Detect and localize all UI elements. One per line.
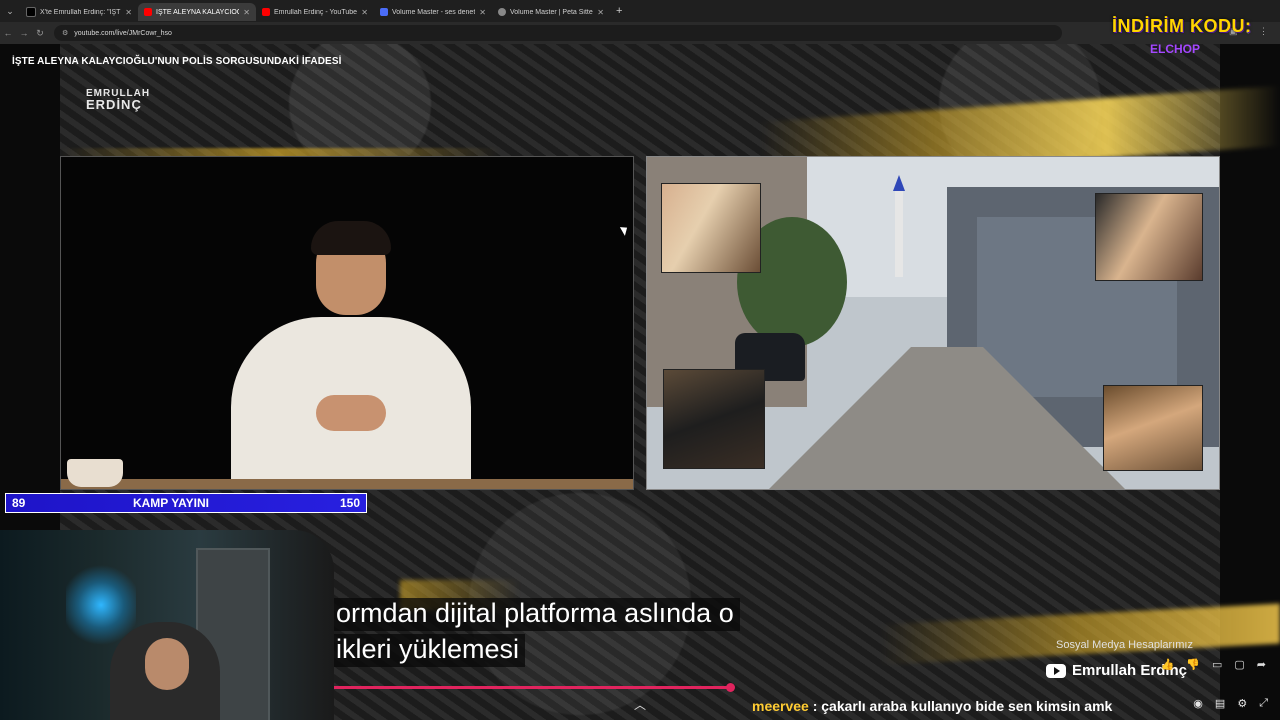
promo-code: ELCHOP xyxy=(1150,42,1201,56)
reload-icon[interactable]: ↻ xyxy=(32,28,48,39)
new-tab-button[interactable]: + xyxy=(610,5,628,17)
inset-photo xyxy=(661,183,761,273)
subtitles-icon[interactable]: ▤ xyxy=(1215,697,1225,710)
close-tab-icon[interactable]: ✕ xyxy=(479,8,486,17)
channel-logo: EMRULLAH ERDİNÇ xyxy=(86,88,166,114)
host-hair xyxy=(311,221,391,255)
url-text: youtube.com/live/JMrCowr_hso xyxy=(74,29,172,37)
host-video-panel xyxy=(60,156,634,490)
cup xyxy=(67,459,123,487)
desk xyxy=(61,479,633,489)
like-icon[interactable]: 👍 xyxy=(1161,658,1175,671)
host-figure xyxy=(221,217,481,489)
inset-photo xyxy=(1095,193,1203,281)
progress-scrubber[interactable] xyxy=(726,683,735,692)
video-title: İŞTE ALEYNA KALAYCIOĞLU'NUN POLİS SORGUS… xyxy=(12,56,342,67)
tab-4[interactable]: Volume Master | Peta Sittek ✕ xyxy=(492,3,610,21)
close-tab-icon[interactable]: ✕ xyxy=(597,8,604,17)
forward-icon[interactable]: → xyxy=(16,28,32,38)
tab-label: İŞTE ALEYNA KALAYCIOĞLU xyxy=(156,8,239,16)
tab-search-icon[interactable]: ⌄ xyxy=(0,0,20,22)
youtube-favicon-icon xyxy=(144,8,152,16)
stat-left-value: 89 xyxy=(12,496,26,510)
site-info-icon[interactable]: ⚙ xyxy=(62,29,68,37)
caption-line-1: ormdan dijital platforma aslında o xyxy=(334,598,740,631)
tab-3[interactable]: Volume Master - ses denetleyic ✕ xyxy=(374,3,492,21)
streamer-webcam xyxy=(0,530,334,720)
chevron-up-icon[interactable]: ︿ xyxy=(634,696,646,713)
close-tab-icon[interactable]: ✕ xyxy=(243,8,250,17)
autoplay-icon[interactable]: ◉ xyxy=(1193,697,1203,710)
tab-label: Volume Master | Peta Sittek xyxy=(510,8,594,16)
settings-icon[interactable]: ⚙ xyxy=(1237,697,1247,710)
comment-icon[interactable]: ▭ xyxy=(1212,658,1222,671)
back-icon[interactable]: ← xyxy=(0,28,16,38)
youtube-favicon-icon xyxy=(262,8,270,16)
minaret xyxy=(895,187,903,277)
url-field[interactable]: ⚙ youtube.com/live/JMrCowr_hso xyxy=(54,25,1062,41)
chat-icon[interactable]: ▢ xyxy=(1234,658,1244,671)
stat-right-value: 150 xyxy=(339,496,360,510)
inset-photo xyxy=(663,369,765,469)
globe-favicon-icon xyxy=(498,8,506,16)
youtube-logo-icon xyxy=(1046,663,1066,678)
tab-label: Emrullah Erdinç - YouTube xyxy=(274,8,358,16)
host-hands xyxy=(316,395,386,431)
extension-favicon-icon xyxy=(380,8,388,16)
chat-username: meervee xyxy=(752,698,809,714)
tab-1[interactable]: İŞTE ALEYNA KALAYCIOĞLU ✕ xyxy=(138,3,256,21)
promo-title: İNDİRİM KODU: xyxy=(1112,16,1252,36)
tab-label: X'te Emrullah Erdinç: "İŞTE ALEYNA xyxy=(40,8,121,16)
stat-label: KAMP YAYINI xyxy=(132,496,210,510)
menu-icon[interactable]: ⋮ xyxy=(1259,26,1268,37)
overlay-actions: 👍 👎 ▭ ▢ ➦ xyxy=(1161,658,1266,671)
progress-bar[interactable] xyxy=(334,686,734,689)
street-scene-panel xyxy=(646,156,1220,490)
close-tab-icon[interactable]: ✕ xyxy=(125,8,132,17)
x-favicon-icon xyxy=(26,7,36,17)
minaret-top xyxy=(893,175,905,191)
dislike-icon[interactable]: 👎 xyxy=(1186,658,1200,671)
inset-photo xyxy=(1103,385,1203,471)
streamer-face xyxy=(145,638,189,690)
stream-stat-bar: 89 KAMP YAYINI 150 xyxy=(5,493,367,513)
tab-2[interactable]: Emrullah Erdinç - YouTube ✕ xyxy=(256,3,374,21)
share-icon[interactable]: ➦ xyxy=(1257,658,1266,671)
tab-bar: ⌄ X'te Emrullah Erdinç: "İŞTE ALEYNA ✕ İ… xyxy=(0,0,1280,22)
chat-message: meervee : çakarlı araba kullanıyo bide s… xyxy=(752,698,1112,714)
chat-text: : çakarlı araba kullanıyo bide sen kimsi… xyxy=(812,698,1113,714)
caption-line-2: ikleri yüklemesi xyxy=(334,634,526,667)
address-bar: ← → ↻ ⚙ youtube.com/live/JMrCowr_hso ▣ ●… xyxy=(0,22,1280,44)
fullscreen-icon[interactable]: ⤢ xyxy=(1259,697,1268,710)
logo-line-2: ERDİNÇ xyxy=(86,97,142,112)
tab-label: Volume Master - ses denetleyic xyxy=(392,8,476,16)
tab-0[interactable]: X'te Emrullah Erdinç: "İŞTE ALEYNA ✕ xyxy=(20,3,138,21)
social-heading: Sosyal Medya Hesaplarımız xyxy=(1056,639,1193,651)
close-tab-icon[interactable]: ✕ xyxy=(361,8,368,17)
player-controls: ◉ ▤ ⚙ ⤢ xyxy=(1193,697,1268,710)
